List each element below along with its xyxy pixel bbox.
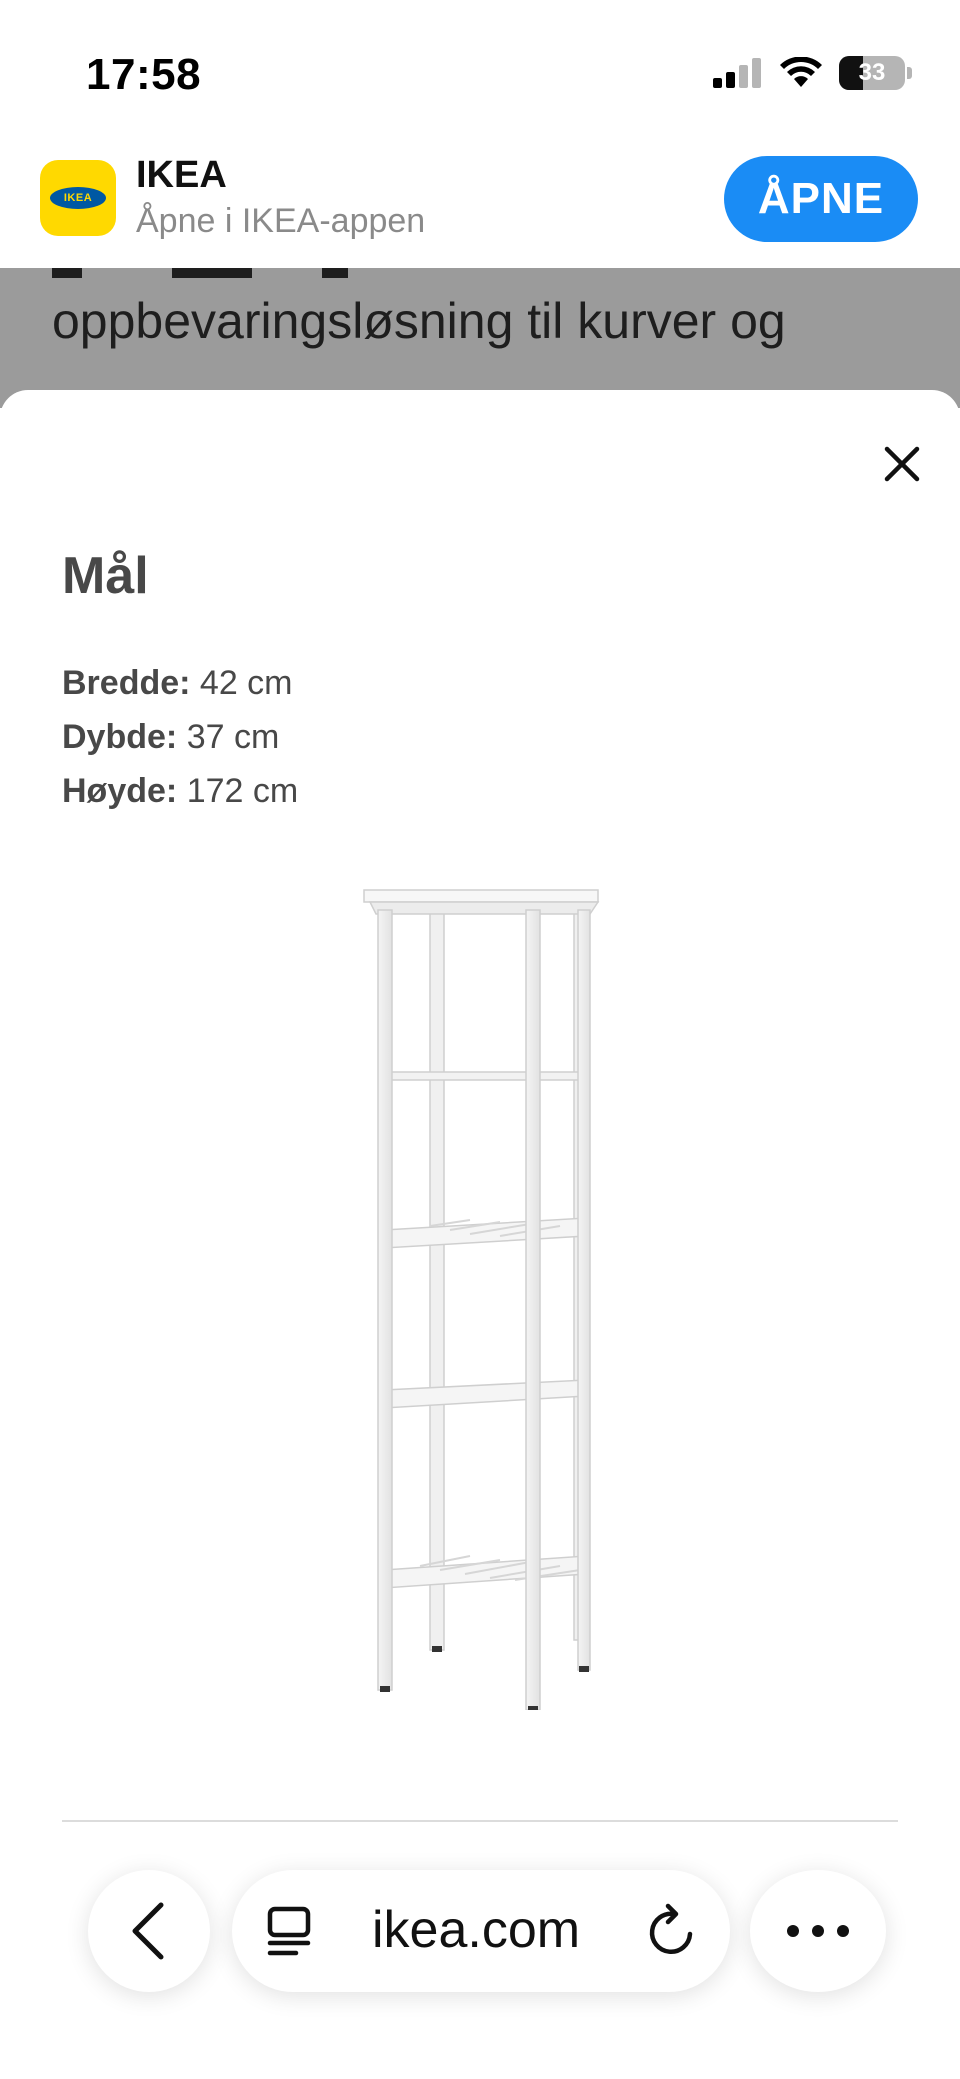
dimmed-page-backdrop[interactable]: oppbevaringsløsning til kurver og <box>0 268 960 408</box>
url-text[interactable]: ikea.com <box>372 1900 580 1960</box>
dimension-row-width: Bredde: 42 cm <box>62 656 298 710</box>
status-bar: 17:58 33 <box>0 0 960 150</box>
reader-icon[interactable] <box>266 1906 316 1958</box>
battery-level: 33 <box>858 59 886 86</box>
app-banner: IKEA IKEA Åpne i IKEA-appen ÅPNE <box>0 150 960 268</box>
ikea-app-icon[interactable]: IKEA <box>40 160 116 236</box>
more-icon <box>787 1925 849 1937</box>
wifi-icon <box>780 57 822 87</box>
app-subtitle: Åpne i IKEA-appen <box>136 202 426 240</box>
ikea-logo-text: IKEA <box>63 192 93 204</box>
signal-icon <box>713 58 761 88</box>
close-icon <box>884 446 920 482</box>
product-image-shelf <box>363 889 600 1710</box>
app-name: IKEA <box>136 154 227 196</box>
sheet-title: Mål <box>62 547 149 605</box>
status-icons: 33 <box>713 56 912 90</box>
sheet-divider <box>62 1820 898 1822</box>
status-time: 17:58 <box>86 50 202 99</box>
dimension-value: 37 cm <box>186 718 280 756</box>
backdrop-clipped-text-top <box>52 268 472 294</box>
close-button[interactable] <box>872 434 932 494</box>
open-app-button[interactable]: ÅPNE <box>724 156 918 242</box>
reload-icon[interactable] <box>644 1902 700 1960</box>
back-button[interactable] <box>88 1870 210 1992</box>
dimension-label: Bredde: <box>62 664 191 702</box>
dimension-value: 42 cm <box>199 664 293 702</box>
dimension-label: Høyde: <box>62 772 178 810</box>
dimension-row-depth: Dybde: 37 cm <box>62 710 298 764</box>
dimension-value: 172 cm <box>186 772 299 810</box>
more-button[interactable] <box>750 1870 886 1992</box>
address-bar[interactable]: ikea.com <box>232 1870 730 1992</box>
dimensions-list: Bredde: 42 cm Dybde: 37 cm Høyde: 172 cm <box>62 656 298 818</box>
battery-icon: 33 <box>839 56 905 90</box>
dimension-row-height: Høyde: 172 cm <box>62 764 298 818</box>
backdrop-text-line: oppbevaringsløsning til kurver og <box>52 293 786 349</box>
browser-toolbar: ikea.com <box>0 1860 960 2000</box>
dimension-label: Dybde: <box>62 718 178 756</box>
dimensions-sheet: Mål Bredde: 42 cm Dybde: 37 cm Høyde: 17… <box>0 390 960 2079</box>
back-arrow-icon <box>132 1902 164 1960</box>
